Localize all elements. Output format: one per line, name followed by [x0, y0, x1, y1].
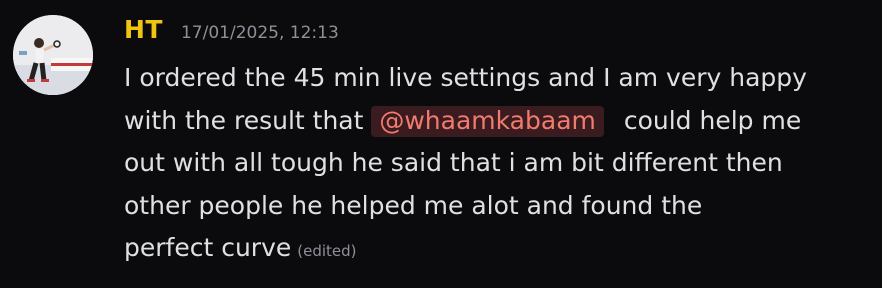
- message-text: other people he helped me alot and found…: [124, 190, 703, 220]
- message-text: perfect curve: [124, 233, 292, 262]
- message-text: I ordered the 45 min live settings and I…: [124, 63, 807, 92]
- edited-indicator: (edited): [297, 242, 357, 260]
- message-text: could help me: [623, 105, 802, 135]
- message-content: I ordered the 45 min live settings and I…: [124, 57, 864, 273]
- message-line: out with all tough he said that i am bit…: [124, 142, 864, 185]
- timestamp[interactable]: 17/01/2025, 12:13: [181, 23, 339, 43]
- message-line: other people he helped me alot and found…: [124, 185, 864, 228]
- avatar-image: [13, 15, 93, 95]
- message-line: with the result that @whaamkabaam could …: [124, 100, 864, 143]
- message-line: perfect curve (edited): [124, 227, 864, 273]
- message-text: with the result that: [124, 105, 364, 135]
- user-mention[interactable]: @whaamkabaam: [371, 105, 604, 137]
- avatar[interactable]: [13, 15, 93, 95]
- chat-message: HT 17/01/2025, 12:13 I ordered the 45 mi…: [0, 0, 882, 288]
- message-header: HT 17/01/2025, 12:13: [124, 15, 339, 51]
- message-line: I ordered the 45 min live settings and I…: [124, 57, 864, 100]
- message-text: out with all tough he said that i am bit…: [124, 148, 783, 177]
- username[interactable]: HT: [124, 15, 163, 44]
